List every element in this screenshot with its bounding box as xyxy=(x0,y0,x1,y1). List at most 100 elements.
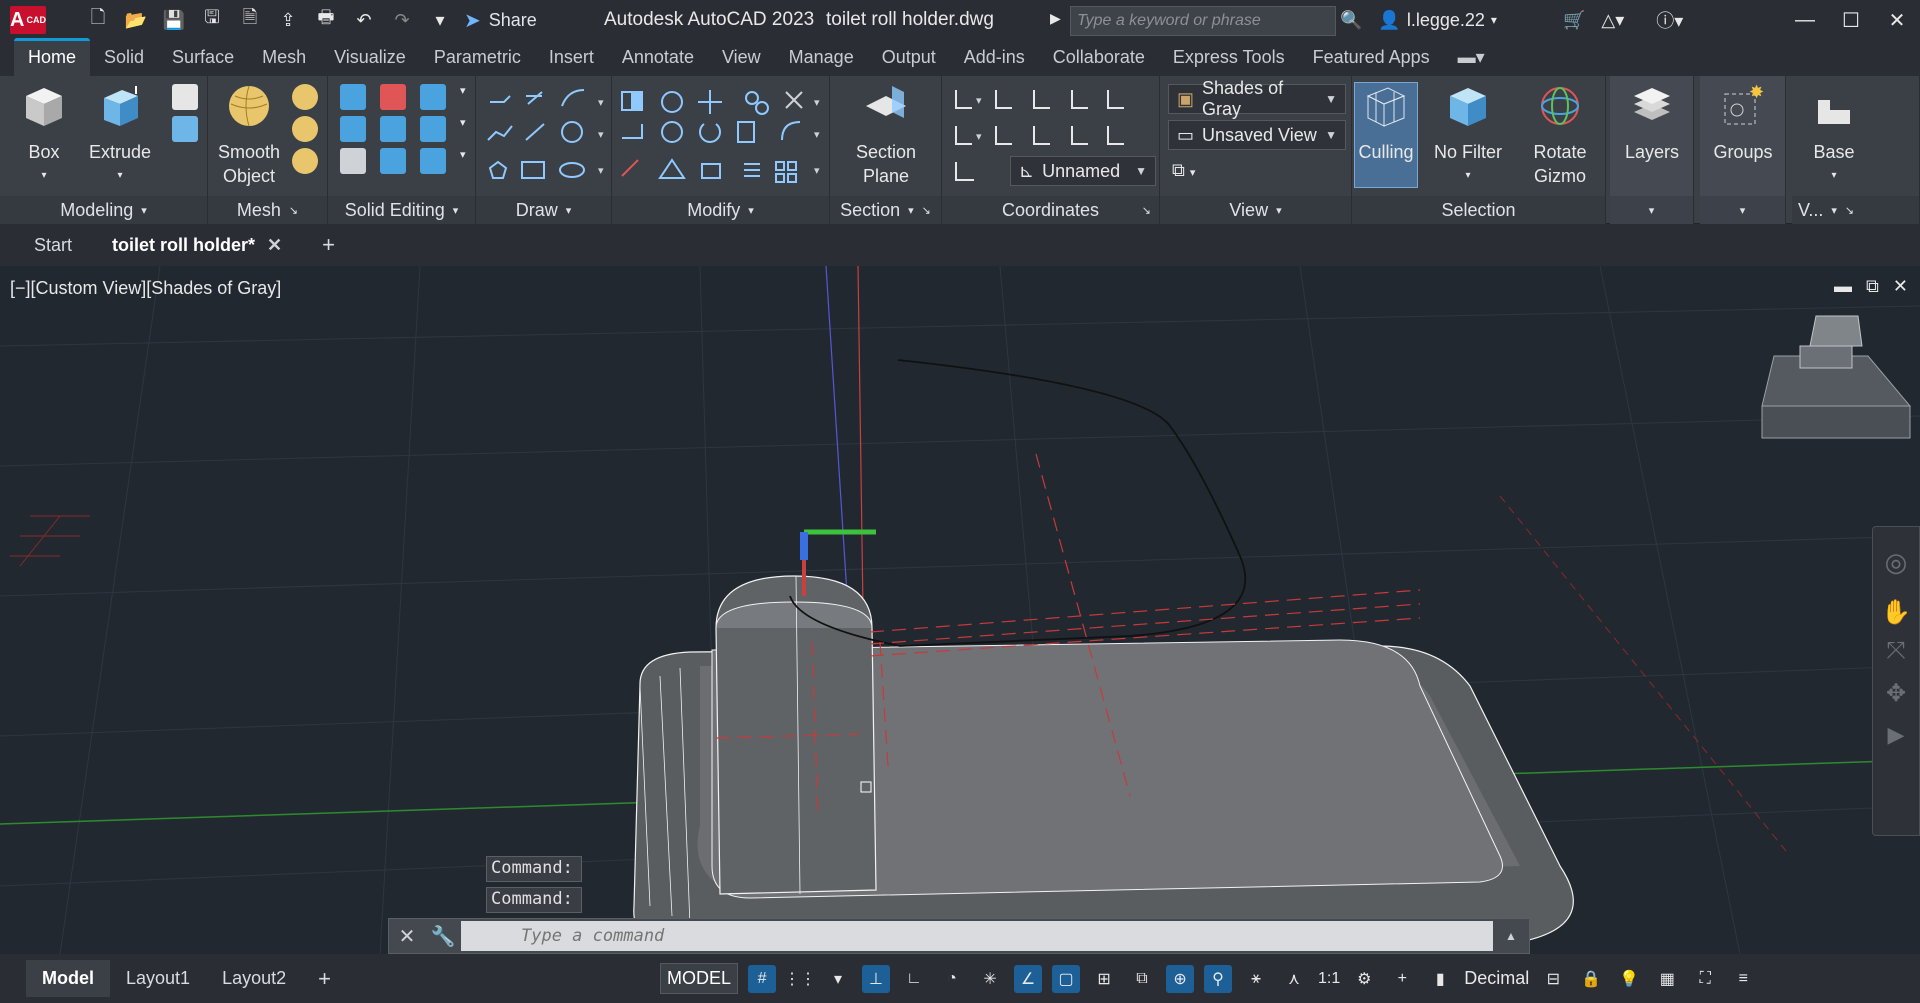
tab-surface[interactable]: Surface xyxy=(158,41,248,76)
ortho-icon[interactable]: ∟ xyxy=(900,965,928,993)
annotation-visibility-icon[interactable]: ⚲ xyxy=(1204,964,1233,993)
tab-annotate[interactable]: Annotate xyxy=(608,41,708,76)
base-panel-label[interactable]: V... ▾ ↘ xyxy=(1792,196,1919,224)
mesh-panel-label[interactable]: Mesh ↘ xyxy=(208,196,327,224)
groups-button[interactable]: ✸ Groups xyxy=(1706,82,1780,164)
isodraft-icon[interactable]: ✳ xyxy=(976,965,1004,993)
extrude-faces-icon[interactable] xyxy=(420,116,446,142)
layout-tab-model[interactable]: Model xyxy=(26,960,110,997)
close-tab-icon[interactable]: ✕ xyxy=(267,235,282,255)
tab-manage[interactable]: Manage xyxy=(775,41,868,76)
chevron-down-icon[interactable]: ▾ xyxy=(460,84,470,110)
share-button[interactable]: ➤ Share xyxy=(464,8,537,33)
rotate-gizmo-button[interactable]: Rotate Gizmo xyxy=(1520,82,1600,188)
close-icon[interactable]: ✕ xyxy=(1874,8,1920,33)
view-panel-label[interactable]: View ▾ xyxy=(1160,196,1351,224)
union-icon[interactable] xyxy=(340,84,366,110)
groups-panel-expand[interactable]: ▾ xyxy=(1700,196,1785,224)
selection-cycling-icon[interactable]: ⧉ xyxy=(1128,965,1156,993)
save-icon[interactable]: 💾 xyxy=(162,8,186,32)
search-input[interactable]: Type a keyword or phrase xyxy=(1070,6,1336,36)
zoom-extents-icon[interactable]: ⤧ xyxy=(1873,637,1919,665)
culling-button[interactable]: Culling xyxy=(1354,82,1418,164)
scale-readout[interactable]: 1:1 xyxy=(1318,965,1340,993)
no-filter-button[interactable]: No Filter ▾ xyxy=(1424,82,1512,188)
autodesk-app-icon[interactable]: △▾ xyxy=(1601,10,1624,31)
box-button[interactable]: Box ▾ xyxy=(14,82,74,188)
tab-mesh[interactable]: Mesh xyxy=(248,41,320,76)
tab-express-tools[interactable]: Express Tools xyxy=(1159,41,1299,76)
plot-icon[interactable]: 🖶 xyxy=(314,7,338,32)
search-icon[interactable]: 🔍 xyxy=(1340,10,1362,31)
object-snap-icon[interactable]: ▢ xyxy=(1052,964,1081,993)
interfere-icon[interactable] xyxy=(380,116,406,142)
tab-output[interactable]: Output xyxy=(868,41,950,76)
command-input[interactable] xyxy=(461,921,1493,951)
3d-object-snap-icon[interactable]: ⊕ xyxy=(1166,964,1195,993)
tab-drawing-active[interactable]: toilet roll holder* ✕ xyxy=(102,229,292,262)
modeling-panel-label[interactable]: Modeling ▾ xyxy=(0,196,207,224)
pan-icon[interactable]: ✋ xyxy=(1873,598,1919,627)
tab-home[interactable]: Home xyxy=(14,38,91,76)
workspace-gear-icon[interactable]: ⚙ xyxy=(1350,965,1378,993)
showmotion-icon[interactable]: ▶ xyxy=(1873,722,1919,748)
lock-ui-icon[interactable]: 🔒 xyxy=(1577,965,1605,993)
infer-constraints-icon[interactable]: ⊥ xyxy=(862,964,891,993)
ucs-combo[interactable]: ⊾ Unnamed ▼ xyxy=(1010,156,1156,186)
base-button[interactable]: Base ▾ xyxy=(1798,82,1870,188)
units-readout[interactable]: Decimal xyxy=(1464,965,1529,993)
smooth-object-button[interactable]: Smooth Object xyxy=(216,82,282,188)
orbit-icon[interactable]: ✥ xyxy=(1873,679,1919,708)
tab-view[interactable]: View xyxy=(708,41,775,76)
subtract-icon[interactable] xyxy=(380,84,406,110)
isolate-objects-icon[interactable]: 💡 xyxy=(1615,965,1643,993)
smooth-more-icon[interactable] xyxy=(292,84,318,110)
maximize-icon[interactable]: ☐ xyxy=(1828,8,1874,33)
extrude-button[interactable]: Extrude ▾ xyxy=(88,82,152,188)
grid-icon[interactable]: # xyxy=(748,964,777,993)
section-panel-label[interactable]: Section ▾ ↘ xyxy=(830,196,941,224)
polar-tracking-icon[interactable]: ◔ xyxy=(938,965,966,993)
autocad-logo[interactable]: A CAD xyxy=(10,6,46,34)
visual-style-combo[interactable]: ▣ Shades of Gray ▼ xyxy=(1168,78,1346,119)
chevron-down-icon[interactable]: ▾ xyxy=(460,148,470,174)
viewport-close-icon[interactable]: ✕ xyxy=(1893,276,1908,297)
selection-panel-label[interactable]: Selection xyxy=(1352,196,1605,224)
tab-add-ins[interactable]: Add-ins xyxy=(950,41,1039,76)
undo-icon[interactable]: ↶ xyxy=(352,8,376,32)
layout-tab-layout1[interactable]: Layout1 xyxy=(110,960,206,997)
customization-menu-icon[interactable]: ≡ xyxy=(1729,965,1757,993)
chevron-down-icon[interactable]: ▾ xyxy=(460,116,470,142)
slice-icon[interactable] xyxy=(340,148,366,174)
annotation-monitor-icon[interactable]: + xyxy=(1388,965,1416,993)
user-menu[interactable]: 👤 l.legge.22 ▾ xyxy=(1378,10,1497,31)
tab-start[interactable]: Start xyxy=(24,229,82,262)
auto-scale-icon[interactable]: ⚹ xyxy=(1242,965,1270,993)
tab-visualize[interactable]: Visualize xyxy=(320,41,420,76)
model-space-button[interactable]: MODEL xyxy=(660,963,739,994)
drawing-viewport[interactable]: [−][Custom View][Shades of Gray] ▬ ⧉ ✕ ◎… xyxy=(0,266,1920,954)
tab-collaborate[interactable]: Collaborate xyxy=(1039,41,1159,76)
save-as-icon[interactable]: 🖫 xyxy=(200,7,224,32)
customize-qat-icon[interactable]: ▾ xyxy=(428,8,452,32)
viewport-config-icon[interactable]: ⧉ ▾ xyxy=(1172,160,1195,181)
quick-properties-icon[interactable]: ⊟ xyxy=(1539,965,1567,993)
viewport-restore-icon[interactable]: ⧉ xyxy=(1866,276,1879,297)
snap-icon[interactable]: ⋮⋮ xyxy=(784,965,816,993)
new-layout-icon[interactable]: + xyxy=(302,958,347,1000)
redo-icon[interactable]: ↷ xyxy=(390,8,414,32)
modify-panel-label[interactable]: Modify ▾ xyxy=(612,196,829,224)
help-icon[interactable]: ⓘ▾ xyxy=(1656,7,1683,33)
minimize-icon[interactable]: — xyxy=(1782,9,1828,32)
expand-search-icon[interactable]: ▶ xyxy=(1050,10,1061,27)
layers-panel-expand[interactable]: ▾ xyxy=(1610,196,1693,224)
viewport-minimize-icon[interactable]: ▬ xyxy=(1834,276,1852,297)
layout-tab-layout2[interactable]: Layout2 xyxy=(206,960,302,997)
units-icon[interactable]: ▮ xyxy=(1426,965,1454,993)
thicken-icon[interactable] xyxy=(380,148,406,174)
separate-icon[interactable] xyxy=(420,148,446,174)
extract-edges-icon[interactable] xyxy=(420,84,446,110)
customize-wrench-icon[interactable]: 🔧 xyxy=(425,924,461,949)
tab-parametric[interactable]: Parametric xyxy=(420,41,535,76)
tab-solid[interactable]: Solid xyxy=(90,41,158,76)
